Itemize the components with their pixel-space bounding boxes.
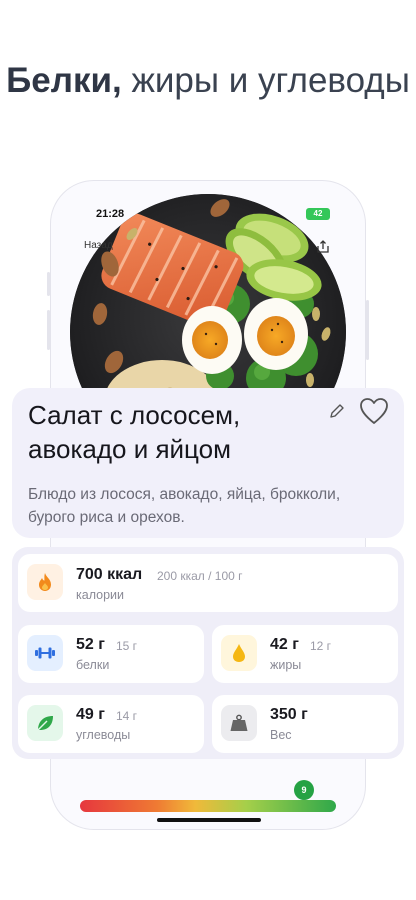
calories-card[interactable] [18, 554, 398, 612]
calories-label: калории [76, 588, 124, 602]
back-button[interactable]: Назад [84, 240, 113, 251]
marketing-headline: Белки, жиры и углеводы [0, 58, 416, 104]
status-time: 21:28 [96, 208, 125, 220]
pencil-icon[interactable] [328, 402, 346, 420]
weight-icon [221, 705, 257, 741]
dish-title: Салат с лососем, авокадо и яйцом [28, 400, 241, 464]
carbs-label: углеводы [76, 728, 131, 742]
weight-value: 350 г [270, 706, 308, 723]
heart-icon[interactable] [358, 396, 390, 426]
phone-button [47, 310, 50, 350]
fat-per-100g: 12 г [310, 639, 332, 653]
share-icon[interactable] [316, 240, 330, 254]
phone-button [366, 300, 369, 360]
calories-per-100g: 200 ккал / 100 г [157, 569, 243, 583]
battery-indicator: 42 [306, 208, 330, 220]
phone-button [47, 272, 50, 296]
dumbbell-icon [27, 635, 63, 671]
calories-value: 700 ккал [76, 566, 143, 583]
leaf-icon [27, 705, 63, 741]
fat-label: жиры [270, 658, 302, 672]
headline-bold: Белки, [6, 61, 122, 100]
protein-value: 52 г [76, 636, 105, 653]
carbs-per-100g: 14 г [116, 709, 138, 723]
carbs-value: 49 г [76, 706, 105, 723]
protein-label: белки [76, 658, 110, 672]
headline-rest: жиры и углеводы [121, 61, 410, 100]
drop-icon [221, 635, 257, 671]
dish-description: Блюдо из лосося, авокадо, яйца, брокколи… [28, 486, 341, 526]
health-score-bar [80, 800, 336, 812]
weight-label: Вес [270, 728, 292, 742]
fire-icon [27, 564, 63, 600]
home-indicator [157, 818, 261, 822]
protein-per-100g: 15 г [116, 639, 138, 653]
health-score-badge: 9 [294, 780, 314, 800]
fat-value: 42 г [270, 636, 299, 653]
